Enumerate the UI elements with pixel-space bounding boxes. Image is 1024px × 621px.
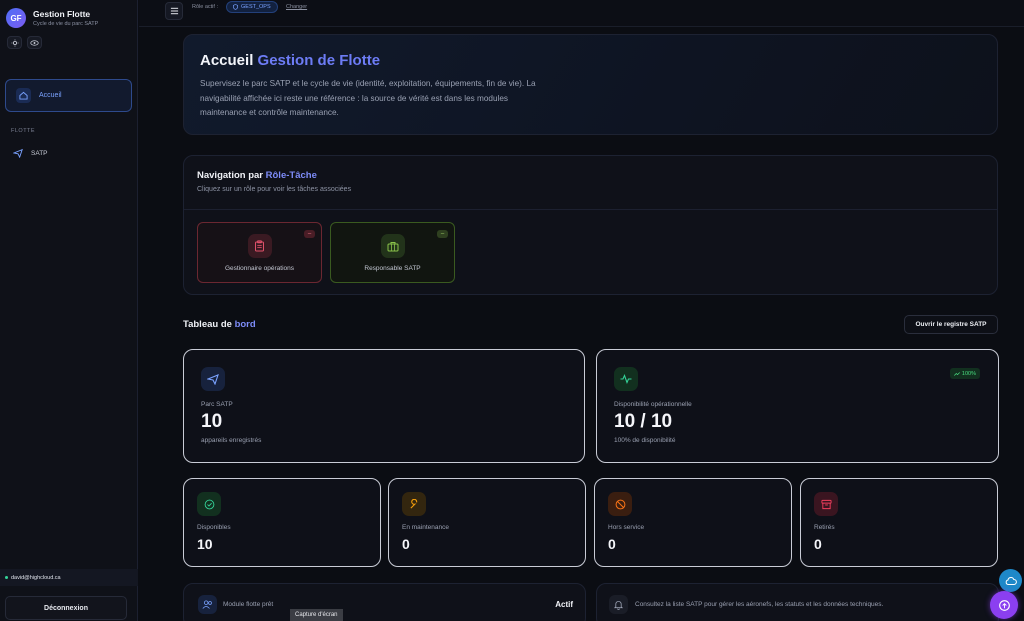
stat-label: Hors service bbox=[608, 524, 645, 531]
role-task-count-badge: – bbox=[304, 230, 315, 238]
wrench-icon bbox=[402, 492, 426, 516]
users-icon bbox=[198, 595, 217, 614]
role-badge: GEST_OPS bbox=[226, 1, 278, 13]
brand-logo: GF bbox=[6, 8, 26, 28]
stat-note: appareils enregistrés bbox=[201, 437, 262, 444]
divider bbox=[184, 209, 997, 210]
theme-toggle-button[interactable] bbox=[7, 36, 22, 49]
home-icon bbox=[16, 88, 31, 103]
dashboard-title-plain: Tableau de bbox=[183, 319, 232, 330]
sidebar-section-label: FLOTTE bbox=[11, 128, 36, 134]
brand-title: Gestion Flotte bbox=[33, 9, 91, 19]
role-nav-title-plain: Navigation par bbox=[197, 170, 263, 181]
online-indicator bbox=[5, 576, 8, 579]
sidebar: GF Gestion Flotte Cycle de vie du parc S… bbox=[0, 0, 138, 621]
role-task-count-badge: – bbox=[437, 230, 448, 238]
cloud-icon bbox=[1005, 576, 1017, 585]
role-nav-subtitle: Cliquez sur un rôle pour voir les tâches… bbox=[197, 186, 352, 193]
visibility-toggle-button[interactable] bbox=[27, 36, 42, 49]
stat-value: 0 bbox=[814, 536, 822, 552]
module-status-value: Actif bbox=[555, 600, 573, 609]
assistant-fab-button[interactable] bbox=[990, 591, 1018, 619]
stat-label: Disponibles bbox=[197, 524, 231, 531]
open-registry-button[interactable]: Ouvrir le registre SATP bbox=[904, 315, 998, 334]
role-card-label: Responsable SATP bbox=[364, 265, 421, 272]
user-email: david@highcloud.ca bbox=[11, 574, 61, 581]
dashboard-title: Tableau de bord bbox=[183, 319, 256, 330]
page-title: Accueil Gestion de Flotte bbox=[200, 52, 981, 69]
page-title-accent: Gestion de Flotte bbox=[257, 52, 381, 69]
trend-up-icon bbox=[953, 371, 960, 376]
module-status-label: Module flotte prêt bbox=[223, 601, 274, 608]
sidebar-item-satp[interactable]: SATP bbox=[13, 148, 137, 158]
menu-button[interactable] bbox=[165, 2, 183, 20]
ban-icon bbox=[608, 492, 632, 516]
stat-value: 10 / 10 bbox=[614, 411, 673, 432]
check-circle-icon bbox=[197, 492, 221, 516]
stat-label: Retirés bbox=[814, 524, 835, 531]
role-nav-title: Navigation par Rôle-Tâche bbox=[197, 170, 317, 181]
role-card-gestionnaire-operations[interactable]: – Gestionnaire opérations bbox=[197, 222, 322, 283]
stat-card-hors-service[interactable]: Hors service 0 bbox=[594, 478, 792, 567]
user-row: david@highcloud.ca bbox=[0, 569, 138, 586]
stat-card-disponibilite[interactable]: 100% Disponibilité opérationnelle 10 / 1… bbox=[596, 349, 999, 463]
stat-card-retires[interactable]: Retirés 0 bbox=[800, 478, 998, 567]
archive-icon bbox=[814, 492, 838, 516]
menu-icon bbox=[170, 7, 178, 15]
sidebar-item-accueil[interactable]: Accueil bbox=[5, 79, 132, 112]
plane-icon bbox=[201, 367, 225, 391]
stat-card-parc-satp[interactable]: Parc SATP 10 appareils enregistrés bbox=[183, 349, 585, 463]
stat-note: 100% de disponibilité bbox=[614, 437, 676, 444]
tooltip: Capture d'écran bbox=[290, 609, 343, 621]
role-value: GEST_OPS bbox=[241, 4, 271, 10]
role-label: Rôle actif : bbox=[192, 4, 218, 10]
trend-badge: 100% bbox=[949, 368, 980, 379]
change-role-link[interactable]: Changer bbox=[286, 4, 307, 10]
stat-label: Disponibilité opérationnelle bbox=[614, 401, 692, 408]
module-status-panel: Module flotte prêt Actif bbox=[183, 583, 586, 621]
stat-card-en-maintenance[interactable]: En maintenance 0 bbox=[388, 478, 586, 567]
shield-icon bbox=[233, 4, 238, 10]
stat-value: 10 bbox=[197, 536, 213, 552]
stat-value: 0 bbox=[608, 536, 616, 552]
plane-icon bbox=[13, 148, 23, 158]
info-text: Consultez la liste SATP pour gérer les a… bbox=[635, 601, 884, 608]
cloud-fab-button[interactable] bbox=[999, 569, 1022, 592]
role-nav-title-accent: Rôle-Tâche bbox=[265, 170, 317, 181]
hero-description: Supervisez le parc SATP et le cycle de v… bbox=[200, 79, 536, 117]
bell-icon bbox=[609, 595, 628, 614]
sun-icon bbox=[10, 38, 19, 47]
logout-button[interactable]: Déconnexion bbox=[5, 596, 127, 620]
role-card-label: Gestionnaire opérations bbox=[224, 265, 294, 272]
dashboard-title-accent: bord bbox=[234, 319, 256, 330]
hero-banner: Accueil Gestion de Flotte Supervisez le … bbox=[183, 34, 998, 135]
page-title-plain: Accueil bbox=[200, 52, 254, 69]
stat-card-disponibles[interactable]: Disponibles 10 bbox=[183, 478, 381, 567]
trend-value: 100% bbox=[961, 370, 976, 377]
brand: GF Gestion Flotte Cycle de vie du parc S… bbox=[0, 0, 137, 28]
stat-label: En maintenance bbox=[402, 524, 449, 531]
chat-icon bbox=[998, 599, 1010, 611]
info-panel: Consultez la liste SATP pour gérer les a… bbox=[596, 583, 999, 621]
stat-value: 0 bbox=[402, 536, 410, 552]
eye-icon bbox=[30, 39, 39, 46]
topbar: Rôle actif : GEST_OPS Changer bbox=[139, 0, 1024, 27]
clipboard-icon bbox=[247, 234, 272, 258]
brand-subtitle: Cycle de vie du parc SATP bbox=[33, 21, 99, 27]
stat-value: 10 bbox=[201, 411, 223, 432]
role-card-responsable-satp[interactable]: – Responsable SATP bbox=[330, 222, 455, 283]
role-navigation-panel: Navigation par Rôle-Tâche Cliquez sur un… bbox=[183, 155, 998, 295]
activity-icon bbox=[614, 367, 638, 391]
stat-label: Parc SATP bbox=[201, 401, 233, 408]
briefcase-icon bbox=[380, 234, 405, 258]
sidebar-item-label: Accueil bbox=[39, 92, 62, 99]
sidebar-item-label: SATP bbox=[31, 149, 48, 157]
